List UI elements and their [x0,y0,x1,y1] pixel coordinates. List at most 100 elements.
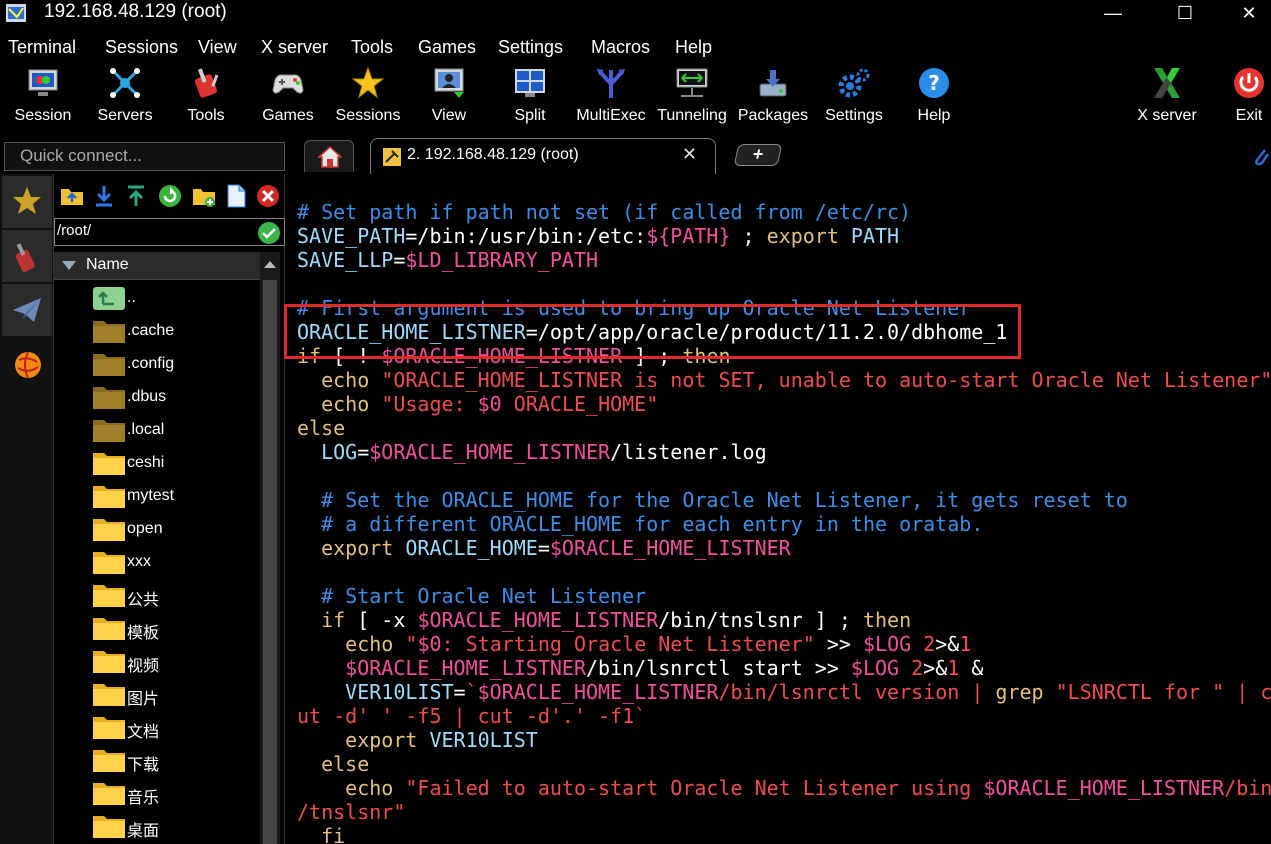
scroll-up-arrow-icon[interactable] [264,261,276,268]
list-item[interactable]: mytest [54,480,260,513]
maximize-button[interactable]: ☐ [1162,0,1208,28]
games-icon [272,74,304,94]
menu-x-server[interactable]: X server [261,37,328,58]
terminal-token: " [405,632,418,656]
split-button[interactable]: Split [504,62,556,132]
list-item[interactable]: .dbus [54,381,260,414]
terminal-pane[interactable]: # Set path if path not set (if called fr… [285,174,1271,844]
multiexec-button[interactable]: MultiExec [576,62,646,132]
packages-button[interactable]: Packages [738,62,808,132]
sessions-star-icon [351,66,385,99]
terminal-line: export VER10LIST [297,728,1271,752]
menu-settings[interactable]: Settings [498,37,563,58]
help-button[interactable]: ? Help [908,62,960,132]
new-file-icon[interactable] [224,184,248,208]
close-window-button[interactable]: ✕ [1226,0,1271,28]
terminal-token: /bin/lsnrctl start >> [586,656,851,680]
parent-folder-icon[interactable] [60,184,84,208]
menu-macros[interactable]: Macros [591,37,650,58]
sftp-file-browser: /root/ Name .. .cache .config .dbus .local ce… [54,174,285,844]
list-item[interactable]: 下载 [54,744,260,777]
list-item[interactable]: 文档 [54,711,260,744]
tab-session-2[interactable]: 2. 192.168.48.129 (root) ✕ [370,138,716,174]
folder-icon [93,486,125,508]
download-icon[interactable] [92,184,116,208]
terminal-token: $ORACLE_HOME_LISTNER [345,656,586,680]
settings-button[interactable]: Settings [825,62,883,132]
servers-button[interactable]: Servers [96,62,154,132]
games-button[interactable]: Games [260,62,316,132]
upload-icon[interactable] [124,184,148,208]
sftp-globe-icon [15,351,41,379]
file-list-scrollbar[interactable] [260,252,280,844]
sidebar-tab-tools[interactable] [2,230,52,283]
delete-icon[interactable] [256,184,280,208]
terminal-token: ut -d' ' -f5 | cut -d'.' -f1` [297,704,647,728]
exit-icon [1234,68,1264,98]
file-name: ceshi [127,454,165,471]
session-icon [28,69,58,96]
sessions-button[interactable]: Sessions [336,62,400,132]
menu-view[interactable]: View [198,37,237,58]
new-folder-icon[interactable] [192,184,216,208]
list-item[interactable]: 桌面 [54,810,260,843]
terminal-line: fi [297,824,1271,844]
sidebar-tab-sftp[interactable] [2,338,52,391]
view-button[interactable]: View [422,62,476,132]
session-button[interactable]: Session [14,62,72,132]
minimize-button[interactable]: — [1090,0,1136,28]
list-item[interactable]: .config [54,348,260,381]
home-tab[interactable] [304,140,354,172]
terminal-token: $0 [477,392,502,416]
terminal-token: SAVE_PATH [297,224,406,248]
menu-tools[interactable]: Tools [351,37,393,58]
settings-icon [838,68,870,98]
new-tab-button[interactable]: + [733,144,783,166]
scrollbar-thumb[interactable] [263,280,277,844]
tab-close-button[interactable]: ✕ [682,144,697,165]
list-item[interactable]: 公共 [54,579,260,612]
terminal-token: fi [321,824,346,844]
sidebar-tab-sessions[interactable] [2,176,52,229]
menu-help[interactable]: Help [675,37,712,58]
tools-label: Tools [187,107,225,124]
terminal-token: echo [321,392,370,416]
menu-sessions[interactable]: Sessions [105,37,178,58]
list-item[interactable]: .local [54,414,260,447]
path-input[interactable]: /root/ [54,218,285,246]
list-item[interactable]: open [54,513,260,546]
menu-terminal[interactable]: Terminal [8,37,76,58]
games-label: Games [262,107,314,124]
list-item[interactable]: 视频 [54,645,260,678]
list-item[interactable]: 图片 [54,678,260,711]
tools-button[interactable]: Tools [178,62,234,132]
session-label: Session [14,107,72,124]
menu-games[interactable]: Games [418,37,476,58]
list-item[interactable]: ceshi [54,447,260,480]
column-header-name[interactable]: Name [54,252,260,280]
list-item[interactable]: 音乐 [54,777,260,810]
terminal-line: # Start Oracle Net Listener [297,584,1271,608]
list-item[interactable]: xxx [54,546,260,579]
path-confirm-button[interactable] [258,222,280,244]
exit-button[interactable]: Exit [1228,62,1270,132]
terminal-line: SAVE_LLP=$LD_LIBRARY_PATH [297,248,1271,272]
quick-connect-input[interactable]: Quick connect... [4,142,285,171]
list-item[interactable]: .. [54,282,260,315]
sidebar-tab-macros[interactable] [2,284,52,337]
menu-bar: Terminal Sessions View X server Tools Ga… [0,34,1271,62]
servers-icon [110,68,140,98]
list-item[interactable]: .cache [54,315,260,348]
list-item[interactable]: 模板 [54,612,260,645]
refresh-icon[interactable] [158,184,182,208]
attachment-clip-icon[interactable] [1252,146,1270,168]
tunneling-button[interactable]: Tunneling [657,62,727,132]
multiexec-icon [597,69,625,98]
terminal-token: = [393,248,406,272]
xserver-button[interactable]: X server [1134,62,1200,132]
